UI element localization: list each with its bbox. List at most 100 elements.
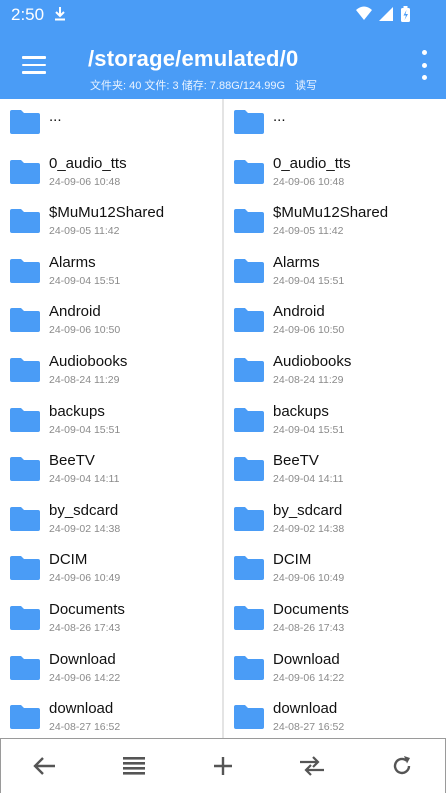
item-date: 24-09-06 10:50 <box>273 324 345 337</box>
parent-directory-item[interactable]: ... <box>0 100 222 150</box>
file-list-item[interactable]: $MuMu12Shared 24-09-05 11:42 <box>0 199 222 249</box>
file-list-item[interactable]: Audiobooks 24-08-24 11:29 <box>0 348 222 398</box>
swap-panes-icon <box>300 756 324 776</box>
item-name: 0_audio_tts <box>49 154 127 172</box>
folder-icon <box>234 407 264 432</box>
item-name: backups <box>273 402 329 420</box>
file-list-item[interactable]: backups 24-09-04 15:51 <box>0 398 222 448</box>
item-date: 24-08-24 11:29 <box>273 374 344 386</box>
item-name: DCIM <box>273 551 312 569</box>
item-date: 24-08-26 17:43 <box>49 622 121 634</box>
file-list-item[interactable]: by_sdcard 24-09-02 14:38 <box>224 497 446 547</box>
folder-icon <box>234 358 264 382</box>
item-date: 24-09-04 14:11 <box>273 473 344 486</box>
file-list-item[interactable]: Documents 24-08-26 17:43 <box>224 596 446 646</box>
storage-summary: 文件夹: 40 文件: 3 储存: 7.88G/124.99G <box>90 80 286 92</box>
item-date: 24-09-06 10:49 <box>49 572 121 585</box>
folder-icon <box>10 457 40 482</box>
add-button[interactable] <box>208 751 238 781</box>
item-date: 24-08-27 16:52 <box>273 721 345 734</box>
right-pane[interactable]: ... 0_audio_tts 24-09-06 10:48 $MuMu12Share… <box>224 99 446 738</box>
folder-icon <box>234 159 264 184</box>
storage-info: 文件夹: 40 文件: 3 储存: 7.88G/124.99G 读写 <box>90 77 317 93</box>
item-name: download <box>273 700 338 718</box>
access-mode: 读写 <box>295 80 318 92</box>
folder-icon <box>234 705 264 730</box>
file-list-item[interactable]: BeeTV 24-09-04 14:11 <box>224 447 446 497</box>
list-view-button[interactable] <box>119 751 149 781</box>
download-icon <box>55 7 65 21</box>
more-options-button[interactable] <box>416 50 432 80</box>
folder-icon <box>10 258 40 283</box>
folder-icon <box>10 159 40 184</box>
top-bar: 2:50 /storage/emulated/0 文件夹: 40 文件: 3 储… <box>0 0 446 99</box>
item-name: Android <box>273 303 325 321</box>
item-name: Android <box>49 303 101 321</box>
file-list-item[interactable]: $MuMu12Shared 24-09-05 11:42 <box>224 199 446 249</box>
menu-button[interactable] <box>14 48 54 82</box>
item-date: 24-09-02 14:38 <box>273 522 345 535</box>
back-button[interactable] <box>30 751 60 781</box>
item-date: 24-09-04 14:11 <box>49 473 120 486</box>
folder-icon <box>10 308 40 333</box>
folder-icon <box>10 110 40 134</box>
file-list-item[interactable]: by_sdcard 24-09-02 14:38 <box>0 497 222 547</box>
item-date: 24-09-04 15:51 <box>49 423 121 436</box>
folder-icon <box>234 556 264 581</box>
file-list-item[interactable]: DCIM 24-09-06 10:49 <box>224 546 446 596</box>
item-name: by_sdcard <box>49 501 119 519</box>
item-name: BeeTV <box>49 452 95 470</box>
folder-icon <box>10 358 40 382</box>
file-list-item[interactable]: Android 24-09-06 10:50 <box>224 298 446 348</box>
list-view-icon <box>123 757 145 775</box>
file-list-item[interactable]: BeeTV 24-09-04 14:11 <box>0 447 222 497</box>
item-date: 24-09-06 10:49 <box>273 572 345 585</box>
back-arrow-icon <box>33 757 55 775</box>
item-date: 24-09-05 11:42 <box>273 225 344 238</box>
item-name: download <box>49 700 114 718</box>
folder-icon <box>234 110 264 134</box>
bottom-toolbar <box>0 738 446 793</box>
file-list-item[interactable]: Documents 24-08-26 17:43 <box>0 596 222 646</box>
left-pane[interactable]: ... 0_audio_tts 24-09-06 10:48 $MuMu12Share… <box>0 99 222 738</box>
file-list-item[interactable]: Audiobooks 24-08-24 11:29 <box>224 348 446 398</box>
swap-panes-button[interactable] <box>297 751 327 781</box>
folder-icon <box>10 655 40 680</box>
item-name: ... <box>273 108 286 125</box>
item-name: Audiobooks <box>273 353 352 370</box>
item-date: 24-08-24 11:29 <box>49 374 120 386</box>
folder-icon <box>10 705 40 730</box>
item-date: 24-09-02 14:38 <box>49 522 121 535</box>
file-list-item[interactable]: Alarms 24-09-04 15:51 <box>0 249 222 299</box>
status-time: 2:50 <box>11 5 45 24</box>
battery-charging-icon <box>401 6 410 22</box>
folder-icon <box>10 407 40 432</box>
file-list-item[interactable]: Android 24-09-06 10:50 <box>0 298 222 348</box>
folder-icon <box>234 457 264 482</box>
add-icon <box>214 757 232 775</box>
item-name: by_sdcard <box>273 501 343 519</box>
item-date: 24-09-06 14:22 <box>49 671 121 684</box>
status-bar: 2:50 <box>0 0 446 30</box>
item-name: Documents <box>273 601 349 618</box>
folder-icon <box>234 506 264 531</box>
file-list-item[interactable]: Download 24-09-06 14:22 <box>0 646 222 696</box>
file-list-item[interactable]: download 24-08-27 16:52 <box>224 695 446 738</box>
refresh-button[interactable] <box>387 751 417 781</box>
file-list-item[interactable]: download 24-08-27 16:52 <box>0 695 222 738</box>
refresh-icon <box>393 756 411 775</box>
file-list-item[interactable]: Download 24-09-06 14:22 <box>224 646 446 696</box>
file-list-item[interactable]: 0_audio_tts 24-09-06 10:48 <box>0 150 222 200</box>
file-list-item[interactable]: 0_audio_tts 24-09-06 10:48 <box>224 150 446 200</box>
item-name: Alarms <box>49 253 96 271</box>
folder-icon <box>10 606 40 630</box>
parent-directory-item[interactable]: ... <box>224 100 446 150</box>
signal-icon <box>379 7 393 21</box>
folder-icon <box>234 258 264 283</box>
file-list-item[interactable]: DCIM 24-09-06 10:49 <box>0 546 222 596</box>
item-name: DCIM <box>49 551 88 569</box>
system-status-icons <box>356 6 410 22</box>
file-list-item[interactable]: backups 24-09-04 15:51 <box>224 398 446 448</box>
file-list-item[interactable]: Alarms 24-09-04 15:51 <box>224 249 446 299</box>
current-path[interactable]: /storage/emulated/0 <box>88 46 298 72</box>
